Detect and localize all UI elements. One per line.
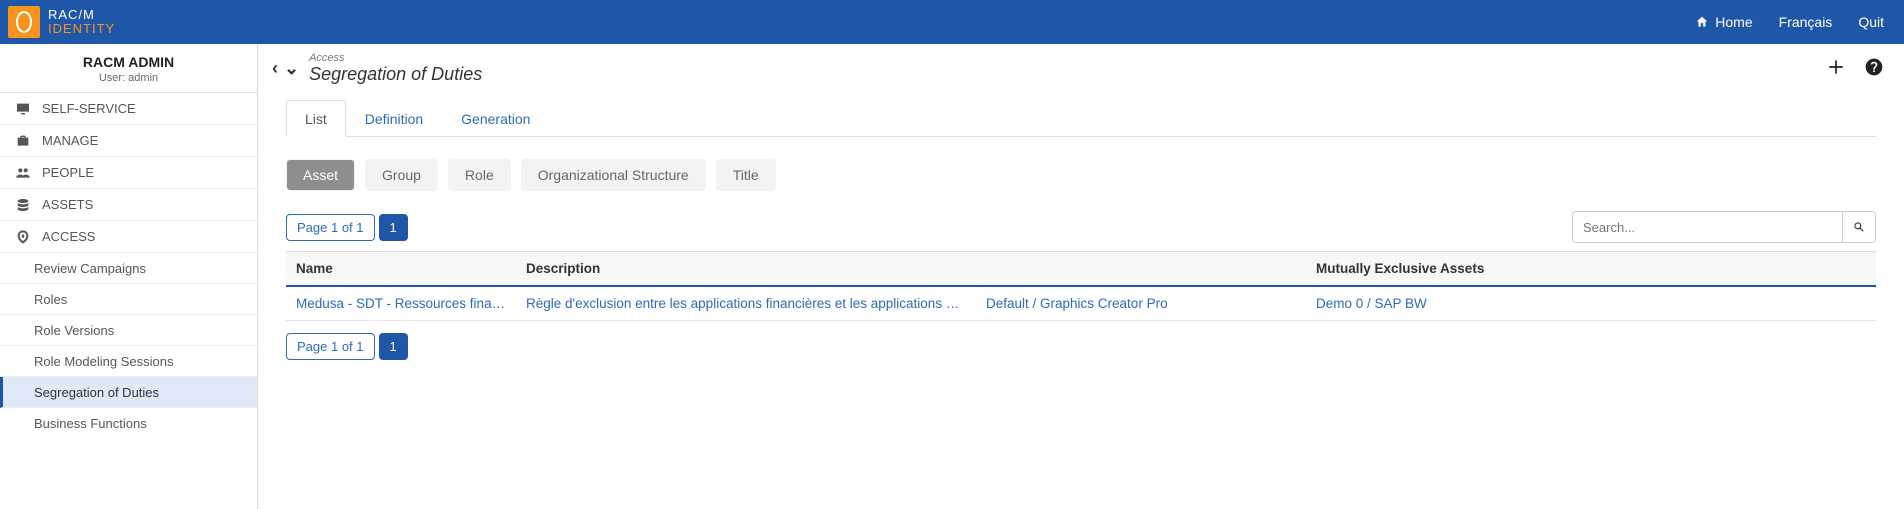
database-icon — [14, 197, 32, 213]
brand-glyph-icon — [16, 11, 32, 33]
col-hidden — [976, 252, 1306, 287]
tabs: List Definition Generation — [286, 99, 1876, 137]
sidebar-user: User: admin — [8, 72, 249, 84]
sidebar-group-label: MANAGE — [42, 133, 98, 148]
people-icon — [14, 165, 32, 181]
brand-text: RAC/M IDENTITY — [48, 8, 115, 37]
sidebar-group-label: ASSETS — [42, 197, 93, 212]
search-icon — [1852, 220, 1866, 234]
pager-bottom-row: Page 1 of 1 1 — [286, 333, 1876, 360]
pager-page-1[interactable]: 1 — [379, 214, 408, 241]
nav-lang-link[interactable]: Français — [1779, 14, 1833, 30]
top-nav: Home Français Quit — [1695, 14, 1884, 30]
sidebar-item-review-campaigns[interactable]: Review Campaigns — [0, 253, 257, 284]
page-titles: Access Segregation of Duties — [309, 52, 482, 85]
table-row[interactable]: Medusa - SDT - Ressources financières Rè… — [286, 286, 1876, 321]
sidebar-group-assets[interactable]: ASSETS — [0, 189, 257, 221]
sidebar: RACM ADMIN User: admin SELF-SERVICE MANA… — [0, 44, 258, 509]
main-area: ‹ ⌄ Access Segregation of Duties List — [258, 44, 1904, 509]
filter-asset[interactable]: Asset — [286, 159, 355, 191]
add-button[interactable] — [1826, 57, 1846, 80]
briefcase-icon — [14, 133, 32, 149]
filter-group[interactable]: Group — [365, 159, 438, 191]
brand-line1: RAC/M — [48, 8, 115, 22]
sidebar-group-label: SELF-SERVICE — [42, 101, 136, 116]
page-nav-arrows: ‹ ⌄ — [272, 58, 299, 79]
pager-label-bottom: Page 1 of 1 — [286, 333, 375, 360]
page-actions — [1826, 57, 1884, 80]
brand-line2: IDENTITY — [48, 22, 115, 36]
filter-row: Asset Group Role Organizational Structur… — [286, 159, 1876, 191]
sidebar-title: RACM ADMIN — [8, 54, 249, 70]
sidebar-item-business-functions[interactable]: Business Functions — [0, 408, 257, 439]
table-header-row: Name Description Mutually Exclusive Asse… — [286, 252, 1876, 287]
filter-org[interactable]: Organizational Structure — [521, 159, 706, 191]
cell-name[interactable]: Medusa - SDT - Ressources financières — [296, 296, 516, 311]
plus-icon — [1826, 57, 1846, 77]
nav-quit-link[interactable]: Quit — [1858, 14, 1884, 30]
pager-top-row: Page 1 of 1 1 — [286, 211, 1876, 243]
sidebar-header: RACM ADMIN User: admin — [0, 44, 257, 93]
tab-definition[interactable]: Definition — [346, 100, 442, 137]
sidebar-item-roles[interactable]: Roles — [0, 284, 257, 315]
chevron-down-icon[interactable]: ⌄ — [284, 58, 299, 79]
col-mutually-exclusive[interactable]: Mutually Exclusive Assets — [1306, 252, 1876, 287]
page-title: Segregation of Duties — [309, 64, 482, 85]
search-input[interactable] — [1572, 211, 1842, 243]
tab-generation[interactable]: Generation — [442, 100, 549, 137]
sidebar-item-role-modeling[interactable]: Role Modeling Sessions — [0, 346, 257, 377]
breadcrumb: Access — [309, 52, 482, 64]
filter-role[interactable]: Role — [448, 159, 511, 191]
sidebar-group-people[interactable]: PEOPLE — [0, 157, 257, 189]
filter-title[interactable]: Title — [716, 159, 776, 191]
nav-home-label: Home — [1715, 14, 1752, 30]
cell-description: Règle d'exclusion entre les applications… — [526, 296, 976, 311]
sidebar-group-selfservice[interactable]: SELF-SERVICE — [0, 93, 257, 125]
home-icon — [1695, 15, 1709, 29]
brand-logo — [8, 6, 40, 38]
page-header: ‹ ⌄ Access Segregation of Duties — [258, 44, 1904, 95]
pager-page-1-bottom[interactable]: 1 — [379, 333, 408, 360]
sidebar-item-segregation[interactable]: Segregation of Duties — [0, 377, 257, 408]
search — [1572, 211, 1876, 243]
tab-list[interactable]: List — [286, 100, 346, 137]
monitor-icon — [14, 101, 32, 117]
nav-home-link[interactable]: Home — [1695, 14, 1752, 30]
back-icon[interactable]: ‹ — [272, 58, 278, 79]
sidebar-group-manage[interactable]: MANAGE — [0, 125, 257, 157]
cell-mex: Demo 0 / SAP BW — [1316, 296, 1427, 311]
sod-table: Name Description Mutually Exclusive Asse… — [286, 251, 1876, 321]
help-button[interactable] — [1864, 57, 1884, 80]
sidebar-group-label: PEOPLE — [42, 165, 94, 180]
sidebar-group-access[interactable]: ACCESS — [0, 221, 257, 253]
pager-bottom: Page 1 of 1 1 — [286, 333, 408, 360]
help-icon — [1864, 57, 1884, 77]
fingerprint-icon — [14, 229, 32, 245]
col-description[interactable]: Description — [516, 252, 976, 287]
search-button[interactable] — [1842, 211, 1876, 243]
sidebar-group-label: ACCESS — [42, 229, 95, 244]
cell-mid: Default / Graphics Creator Pro — [986, 296, 1168, 311]
pager-top: Page 1 of 1 1 — [286, 214, 408, 241]
sidebar-item-role-versions[interactable]: Role Versions — [0, 315, 257, 346]
top-bar: RAC/M IDENTITY Home Français Quit — [0, 0, 1904, 44]
pager-label: Page 1 of 1 — [286, 214, 375, 241]
col-name[interactable]: Name — [286, 252, 516, 287]
